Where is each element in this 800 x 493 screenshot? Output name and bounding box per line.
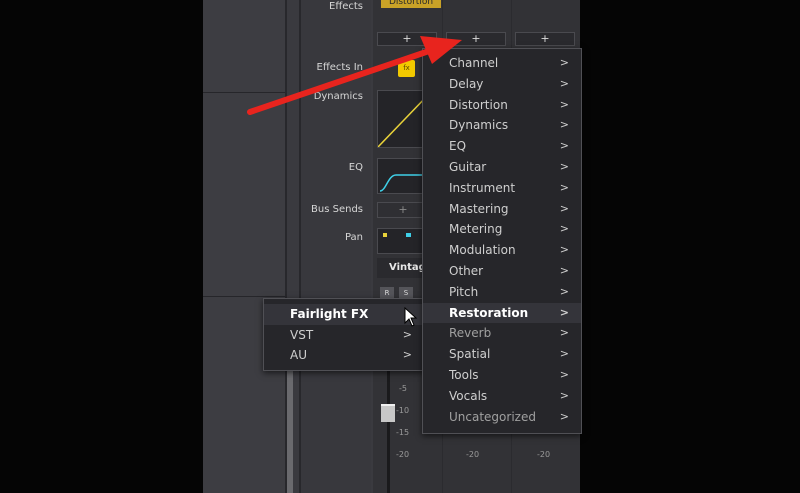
fader-scale-label: -20 [466, 450, 480, 459]
chevron-right-icon: > [559, 326, 569, 340]
submenu-item-guitar[interactable]: Guitar > [423, 157, 581, 178]
menu-item-fairlight-fx[interactable]: Fairlight FX [264, 304, 424, 325]
submenu-item-channel[interactable]: Channel > [423, 53, 581, 74]
submenu-item-uncategorized[interactable]: Uncategorized > [423, 407, 581, 428]
screen: Effects Effects In Dynamics EQ Bus Sends… [0, 0, 800, 493]
fader-scale-label: -10 [396, 406, 410, 415]
effects-in-label: Effects In [316, 62, 363, 73]
submenu-item-label: Guitar [449, 159, 487, 174]
submenu-item-label: Vocals [449, 388, 488, 403]
track-divider [203, 92, 285, 93]
chevron-right-icon: > [559, 201, 569, 215]
fader-scale-label: -5 [399, 384, 407, 393]
chevron-right-icon: > [402, 327, 412, 341]
menu-item-au[interactable]: AU > [264, 345, 424, 366]
fader-track [387, 360, 390, 493]
submenu-item-metering[interactable]: Metering > [423, 219, 581, 240]
chevron-right-icon: > [559, 139, 569, 153]
chevron-right-icon: > [559, 347, 569, 361]
volume-fader[interactable] [381, 404, 395, 422]
chevron-right-icon: > [559, 388, 569, 402]
chevron-right-icon: > [559, 284, 569, 298]
plugin-format-menu: Fairlight FX VST > AU > [263, 298, 425, 371]
submenu-item-instrument[interactable]: Instrument > [423, 178, 581, 199]
submenu-item-modulation[interactable]: Modulation > [423, 240, 581, 261]
effect-category-submenu: Channel > Delay > Distortion > Dynamics > EQ… [422, 48, 582, 434]
submenu-item-pitch[interactable]: Pitch > [423, 282, 581, 303]
submenu-item-label: Channel [449, 56, 499, 70]
chevron-right-icon: > [559, 97, 569, 111]
pan-indicator-icon [383, 233, 411, 237]
effects-label: Effects [329, 1, 363, 12]
chevron-right-icon: > [559, 222, 569, 236]
chevron-right-icon: > [559, 180, 569, 194]
add-effect-button[interactable]: + [515, 32, 575, 46]
chevron-right-icon: > [559, 409, 569, 423]
submenu-item-label: Distortion [449, 97, 508, 112]
submenu-item-distortion[interactable]: Distortion > [423, 95, 581, 116]
track-divider [203, 296, 285, 297]
submenu-item-eq[interactable]: EQ > [423, 136, 581, 157]
menu-item-vst[interactable]: VST > [264, 325, 424, 346]
dynamics-curve-icon [377, 94, 429, 148]
chevron-right-icon: > [559, 118, 569, 132]
submenu-item-label: Reverb [449, 326, 492, 341]
submenu-item-label: Metering [449, 222, 503, 237]
submenu-item-tools[interactable]: Tools > [423, 365, 581, 386]
submenu-item-label: Mastering [449, 201, 509, 216]
submenu-item-spatial[interactable]: Spatial > [423, 344, 581, 365]
pan-label: Pan [344, 232, 363, 243]
submenu-item-label: Uncategorized [449, 409, 536, 424]
fader-scale-label: -20 [396, 450, 410, 459]
add-effect-button[interactable]: + [377, 32, 437, 46]
bus-sends-label: Bus Sends [311, 204, 363, 215]
menu-item-label: VST [290, 327, 314, 342]
chevron-right-icon: > [559, 76, 569, 90]
mouse-cursor-icon [404, 307, 418, 327]
eq-label: EQ [348, 162, 363, 173]
chevron-right-icon: > [402, 348, 412, 361]
submenu-item-label: Spatial [449, 347, 491, 362]
eq-curve-icon [379, 174, 428, 192]
fader-scale-label: -15 [396, 428, 410, 437]
submenu-item-label: Modulation [449, 243, 516, 258]
chevron-right-icon: > [559, 56, 569, 69]
submenu-item-label: Restoration [449, 305, 529, 320]
dynamics-label: Dynamics [313, 91, 363, 102]
submenu-item-label: Dynamics [449, 118, 509, 133]
chevron-right-icon: > [559, 367, 569, 381]
submenu-item-restoration[interactable]: Restoration > [423, 302, 581, 324]
effects-in-toggle[interactable]: fx [398, 60, 415, 77]
submenu-item-delay[interactable]: Delay > [423, 74, 581, 95]
submenu-item-dynamics[interactable]: Dynamics > [423, 115, 581, 136]
submenu-item-label: Delay [449, 76, 484, 91]
submenu-item-mastering[interactable]: Mastering > [423, 199, 581, 220]
menu-item-label: Fairlight FX [290, 307, 369, 321]
submenu-item-reverb[interactable]: Reverb > [423, 323, 581, 344]
submenu-item-vocals[interactable]: Vocals > [423, 386, 581, 407]
submenu-item-label: Other [449, 263, 484, 278]
add-effect-button[interactable]: + [446, 32, 506, 46]
fader-scale-label: -20 [537, 450, 551, 459]
submenu-item-other[interactable]: Other > [423, 261, 581, 282]
submenu-item-label: Tools [449, 367, 479, 382]
left-track-column [203, 0, 285, 493]
row-labels-column: Effects Effects In Dynamics EQ Bus Sends… [301, 0, 371, 493]
menu-item-label: AU [290, 348, 307, 362]
submenu-item-label: EQ [449, 139, 467, 154]
chevron-right-icon: > [559, 305, 569, 319]
chevron-right-icon: > [559, 263, 569, 277]
chevron-right-icon: > [559, 159, 569, 173]
submenu-item-label: Pitch [449, 284, 479, 299]
effect-slot-distortion[interactable]: Distortion [381, 0, 441, 8]
submenu-item-label: Instrument [449, 180, 516, 195]
chevron-right-icon: > [559, 243, 569, 257]
